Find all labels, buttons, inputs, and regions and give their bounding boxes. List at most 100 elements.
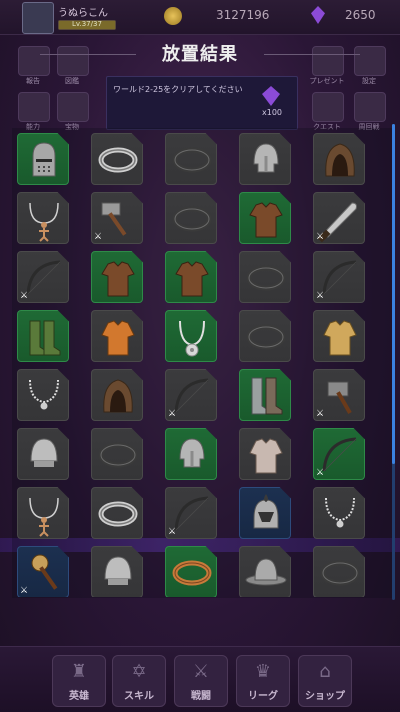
item-slot-ring-dark[interactable] — [165, 133, 217, 185]
nav-hero[interactable]: ♜ 英雄 — [52, 655, 106, 707]
item-slot-ring-dark[interactable] — [91, 428, 143, 480]
tunic-brown-icon — [175, 261, 209, 297]
item-slot-boots-green[interactable] — [17, 310, 69, 362]
item-slot-axe[interactable]: ⚔ — [313, 369, 365, 421]
item-slot-tunic-white[interactable] — [239, 428, 291, 480]
helmet-kettle-icon — [245, 558, 287, 586]
item-slot-tunic-brown[interactable] — [91, 251, 143, 303]
hero-icon: ♜ — [70, 661, 88, 682]
ring-icon — [98, 147, 138, 173]
gold-amount: 3127196 — [216, 8, 270, 22]
item-slot-hood[interactable] — [313, 133, 365, 185]
item-slot-bow[interactable]: ⚔ — [17, 251, 69, 303]
side-label-present: プレゼント — [309, 77, 345, 85]
item-slot-ring[interactable] — [91, 487, 143, 539]
item-slot-hood[interactable] — [91, 369, 143, 421]
reward-gem-count: x100 — [262, 108, 283, 117]
dialog-title: 放置結果 — [162, 44, 238, 65]
item-slot-amulet-doll[interactable] — [17, 487, 69, 539]
side-label-book: 図鑑 — [65, 77, 79, 85]
nav-league[interactable]: ♛ リーグ — [236, 655, 290, 707]
item-slot-tunic-brown[interactable] — [165, 251, 217, 303]
item-slot-helmet-kettle[interactable] — [239, 546, 291, 597]
item-slot-bow[interactable]: ⚔ — [313, 251, 365, 303]
player-avatar[interactable] — [22, 2, 54, 34]
side-button-report[interactable] — [18, 46, 50, 76]
item-slot-amulet-chain[interactable] — [313, 487, 365, 539]
league-icon: ♛ — [254, 661, 272, 682]
side-button-book[interactable] — [57, 46, 89, 76]
nav-shop[interactable]: ⌂ ショップ — [298, 655, 352, 707]
weapon-type-icon: ⚔ — [20, 291, 29, 301]
nav-battle[interactable]: ⚔ 戦闘 — [174, 655, 228, 707]
item-slot-bow[interactable]: ⚔ — [313, 428, 365, 480]
item-slot-ring-dark[interactable] — [239, 310, 291, 362]
side-button-settings[interactable] — [354, 46, 386, 76]
item-slot-ring[interactable] — [91, 133, 143, 185]
weapon-type-icon: ⚔ — [168, 409, 177, 419]
ring-dark-icon — [320, 560, 360, 586]
side-button-present[interactable] — [312, 46, 344, 76]
ring-dark-icon — [172, 206, 212, 232]
side-button-ability[interactable] — [18, 92, 50, 122]
level-text: Lv.37/37 — [72, 20, 102, 28]
side-label-report: 報告 — [26, 77, 40, 85]
item-slot-boots-grey[interactable] — [239, 369, 291, 421]
helmet-plumed-icon — [253, 494, 279, 529]
nav-league-label: リーグ — [248, 691, 278, 702]
nav-shop-label: ショップ — [305, 691, 345, 702]
item-slot-amulet-disc[interactable] — [165, 310, 217, 362]
ring-dark-icon — [172, 147, 212, 173]
item-slot-ring-dark[interactable] — [165, 192, 217, 244]
item-slot-tunic-brown[interactable] — [239, 192, 291, 244]
side-button-treasure[interactable] — [57, 92, 89, 122]
battle-icon: ⚔ — [192, 661, 210, 682]
item-slot-helmet-nasal[interactable] — [239, 133, 291, 185]
item-slot-ring-dark[interactable] — [239, 251, 291, 303]
top-status-bar: うぬらこん Lv.37/37 3127196 2650 — [0, 0, 400, 35]
skill-icon: ✡ — [131, 661, 147, 682]
player-name: うぬらこん — [58, 8, 108, 19]
weapon-type-icon: ⚔ — [316, 232, 325, 242]
tunic-brown-icon — [101, 261, 135, 297]
tunic-white-icon — [249, 438, 283, 474]
item-slot-ring-bronze[interactable] — [165, 546, 217, 597]
item-slot-machete[interactable]: ⚔ — [313, 192, 365, 244]
item-slot-helmet-round[interactable] — [17, 428, 69, 480]
tunic-tan-icon — [323, 320, 357, 356]
item-slot-tunic-tan[interactable] — [313, 310, 365, 362]
item-slot-helmet-plumed[interactable] — [239, 487, 291, 539]
item-slot-helmet-closed[interactable] — [17, 133, 69, 185]
item-slot-bow[interactable]: ⚔ — [165, 487, 217, 539]
nav-hero-label: 英雄 — [69, 691, 89, 702]
hood-icon — [103, 379, 133, 413]
scrollbar-thumb[interactable] — [392, 124, 395, 464]
item-slot-ring-dark[interactable] — [313, 546, 365, 597]
item-slot-helmet-nasal[interactable] — [165, 428, 217, 480]
side-button-loop[interactable] — [354, 92, 386, 122]
helmet-nasal-icon — [179, 438, 205, 468]
tunic-orange-icon — [101, 320, 135, 356]
ring-dark-icon — [246, 324, 286, 350]
item-slot-hammer[interactable]: ⚔ — [91, 192, 143, 244]
helmet-closed-icon — [32, 142, 56, 177]
gold-coin-icon — [164, 7, 182, 25]
item-slot-bow[interactable]: ⚔ — [165, 369, 217, 421]
side-button-quest[interactable] — [312, 92, 344, 122]
item-slot-helmet-round[interactable] — [91, 546, 143, 597]
item-slot-amulet-doll[interactable] — [17, 192, 69, 244]
ring-dark-icon — [98, 442, 138, 468]
bottom-navigation: ♜ 英雄 ✡ スキル ⚔ 戦闘 ♛ リーグ ⌂ ショップ — [0, 646, 400, 712]
amulet-chain-icon — [325, 497, 355, 528]
amulet-disc-icon — [179, 320, 205, 357]
gem-icon — [311, 6, 325, 24]
item-slot-amulet-chain[interactable] — [17, 369, 69, 421]
weapon-type-icon: ⚔ — [20, 586, 29, 596]
item-slot-tunic-orange[interactable] — [91, 310, 143, 362]
item-slot-mace[interactable]: ⚔ — [17, 546, 69, 597]
nav-skill[interactable]: ✡ スキル — [112, 655, 166, 707]
quest-text: ワールド2-25をクリアしてください — [113, 85, 243, 94]
nav-battle-label: 戦闘 — [191, 691, 211, 702]
helmet-round-icon — [104, 556, 132, 585]
shop-icon: ⌂ — [319, 661, 331, 682]
